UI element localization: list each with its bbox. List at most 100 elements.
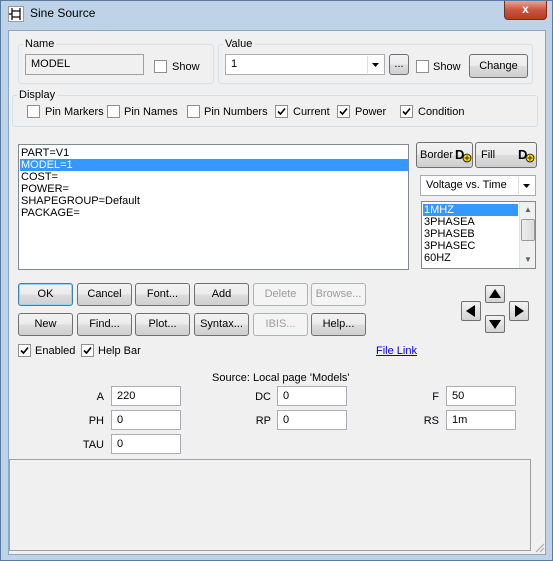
arrow-down-icon[interactable] — [485, 315, 505, 333]
helpbar-label: Help Bar — [98, 345, 141, 357]
arrow-right-icon[interactable] — [509, 301, 529, 321]
file-link[interactable]: File Link — [376, 345, 417, 357]
param-ph-field[interactable]: 0 — [111, 410, 181, 430]
param-rp-field[interactable]: 0 — [277, 410, 347, 430]
border-button-label: Border — [420, 149, 454, 161]
param-label-ph: PH — [88, 415, 104, 427]
list-item-selected[interactable]: 1MHZ — [423, 204, 518, 216]
dialog-window: Sine Source x Name MODEL Show Value 1 ..… — [0, 0, 553, 561]
checkmark-icon — [339, 107, 348, 116]
pin-markers-label: Pin Markers — [45, 106, 104, 118]
plot-button[interactable]: Plot... — [135, 313, 190, 336]
scrollbar-thumb[interactable] — [521, 219, 535, 241]
dropdown-arrow-icon[interactable] — [367, 56, 383, 73]
name-show-label: Show — [172, 61, 200, 73]
font-button[interactable]: Font... — [135, 283, 190, 306]
pin-numbers-checkbox[interactable] — [187, 105, 200, 118]
list-item-selected[interactable]: MODEL=1 — [20, 159, 408, 171]
name-show-checkbox[interactable] — [154, 60, 167, 73]
new-button[interactable]: New — [18, 313, 73, 336]
checkmark-icon — [402, 107, 411, 116]
close-icon[interactable]: x — [504, 1, 547, 20]
param-label-f: F — [432, 391, 439, 403]
window-title: Sine Source — [30, 6, 96, 20]
add-button[interactable]: Add — [194, 283, 249, 306]
help-button[interactable]: Help... — [311, 313, 366, 336]
condition-label: Condition — [418, 106, 465, 118]
param-label-rp: RP — [255, 415, 271, 427]
arrow-left-icon[interactable] — [461, 301, 481, 321]
helpbar-checkbox[interactable] — [81, 344, 94, 357]
list-item[interactable]: PART=V1 — [20, 147, 408, 159]
help-bar-panel — [9, 459, 531, 551]
value-group-legend: Value — [225, 38, 253, 50]
param-dc-field[interactable]: 0 — [277, 386, 347, 406]
value-show-checkbox[interactable] — [416, 60, 429, 73]
syntax-button[interactable]: Syntax... — [194, 313, 249, 336]
delete-button[interactable]: Delete — [253, 283, 308, 306]
pin-numbers-label: Pin Numbers — [204, 106, 268, 118]
size-grip-icon[interactable] — [533, 541, 545, 553]
fill-button-label: Fill — [481, 149, 496, 161]
change-button[interactable]: Change — [469, 54, 528, 78]
find-button[interactable]: Find... — [77, 313, 132, 336]
current-checkbox[interactable] — [275, 105, 288, 118]
ok-button[interactable]: OK — [18, 283, 73, 306]
plot-type-select[interactable]: Voltage vs. Time — [420, 175, 536, 196]
param-label-rs: RS — [423, 415, 439, 427]
display-group-legend: Display — [19, 89, 56, 101]
checkmark-icon — [277, 107, 286, 116]
attribute-list[interactable]: PART=V1 MODEL=1 COST= POWER= SHAPEGROUP=… — [18, 144, 409, 270]
param-f-field[interactable]: 50 — [446, 386, 516, 406]
param-rs-field[interactable]: 1m — [446, 410, 516, 430]
param-label-tau: TAU — [82, 439, 104, 451]
power-checkbox[interactable] — [337, 105, 350, 118]
arrow-up-icon[interactable] — [485, 285, 505, 303]
border-button[interactable]: Border D — [416, 142, 473, 168]
enabled-label: Enabled — [35, 345, 76, 357]
app-icon — [8, 6, 24, 22]
enabled-checkbox[interactable] — [18, 344, 31, 357]
scroll-up-icon[interactable]: ▲ — [520, 202, 535, 218]
dropdown-arrow-icon[interactable] — [518, 177, 534, 194]
value-show-label: Show — [433, 61, 461, 73]
pin-names-label: Pin Names — [124, 106, 178, 118]
checkmark-icon — [83, 346, 92, 355]
model-list-scrollbar[interactable]: ▲ ▼ — [519, 202, 535, 268]
cancel-button[interactable]: Cancel — [77, 283, 132, 306]
list-item[interactable]: 60HZ — [423, 252, 518, 264]
scroll-down-icon[interactable]: ▼ — [520, 252, 535, 268]
ibis-button[interactable]: IBIS... — [253, 313, 308, 336]
name-field[interactable]: MODEL — [25, 54, 144, 75]
list-item[interactable]: 3PHASEB — [423, 228, 518, 240]
name-group-legend: Name — [25, 38, 55, 50]
border-style-icon: D — [454, 146, 472, 167]
param-a-field[interactable]: 220 — [111, 386, 181, 406]
param-label-dc: DC — [255, 391, 271, 403]
value-combo[interactable]: 1 — [225, 54, 385, 75]
list-item[interactable]: COST= — [20, 171, 408, 183]
pin-names-checkbox[interactable] — [107, 105, 120, 118]
list-item[interactable]: 3PHASEC — [423, 240, 518, 252]
current-label: Current — [293, 106, 330, 118]
model-list[interactable]: 1MHZ 3PHASEA 3PHASEB 3PHASEC 60HZ ▲ ▼ — [421, 201, 536, 269]
list-item[interactable]: POWER= — [20, 183, 408, 195]
source-label: Source: Local page 'Models' — [212, 372, 350, 384]
value-browse-button[interactable]: ... — [389, 54, 409, 75]
checkmark-icon — [20, 346, 29, 355]
list-item[interactable]: 3PHASEA — [423, 216, 518, 228]
browse-button[interactable]: Browse... — [311, 283, 366, 306]
param-label-a: A — [96, 391, 104, 403]
fill-style-icon: D — [517, 146, 535, 167]
pin-markers-checkbox[interactable] — [27, 105, 40, 118]
title-bar[interactable]: Sine Source x — [1, 1, 552, 27]
list-item[interactable]: SHAPEGROUP=Default — [20, 195, 408, 207]
plot-type-value: Voltage vs. Time — [426, 179, 507, 191]
dialog-client-area: Name MODEL Show Value 1 ... Show Change … — [8, 30, 546, 555]
fill-button[interactable]: Fill D — [475, 142, 537, 168]
list-item[interactable]: PACKAGE= — [20, 207, 408, 219]
condition-checkbox[interactable] — [400, 105, 413, 118]
power-label: Power — [355, 106, 387, 118]
value-combo-text: 1 — [231, 58, 238, 70]
param-tau-field[interactable]: 0 — [111, 434, 181, 454]
